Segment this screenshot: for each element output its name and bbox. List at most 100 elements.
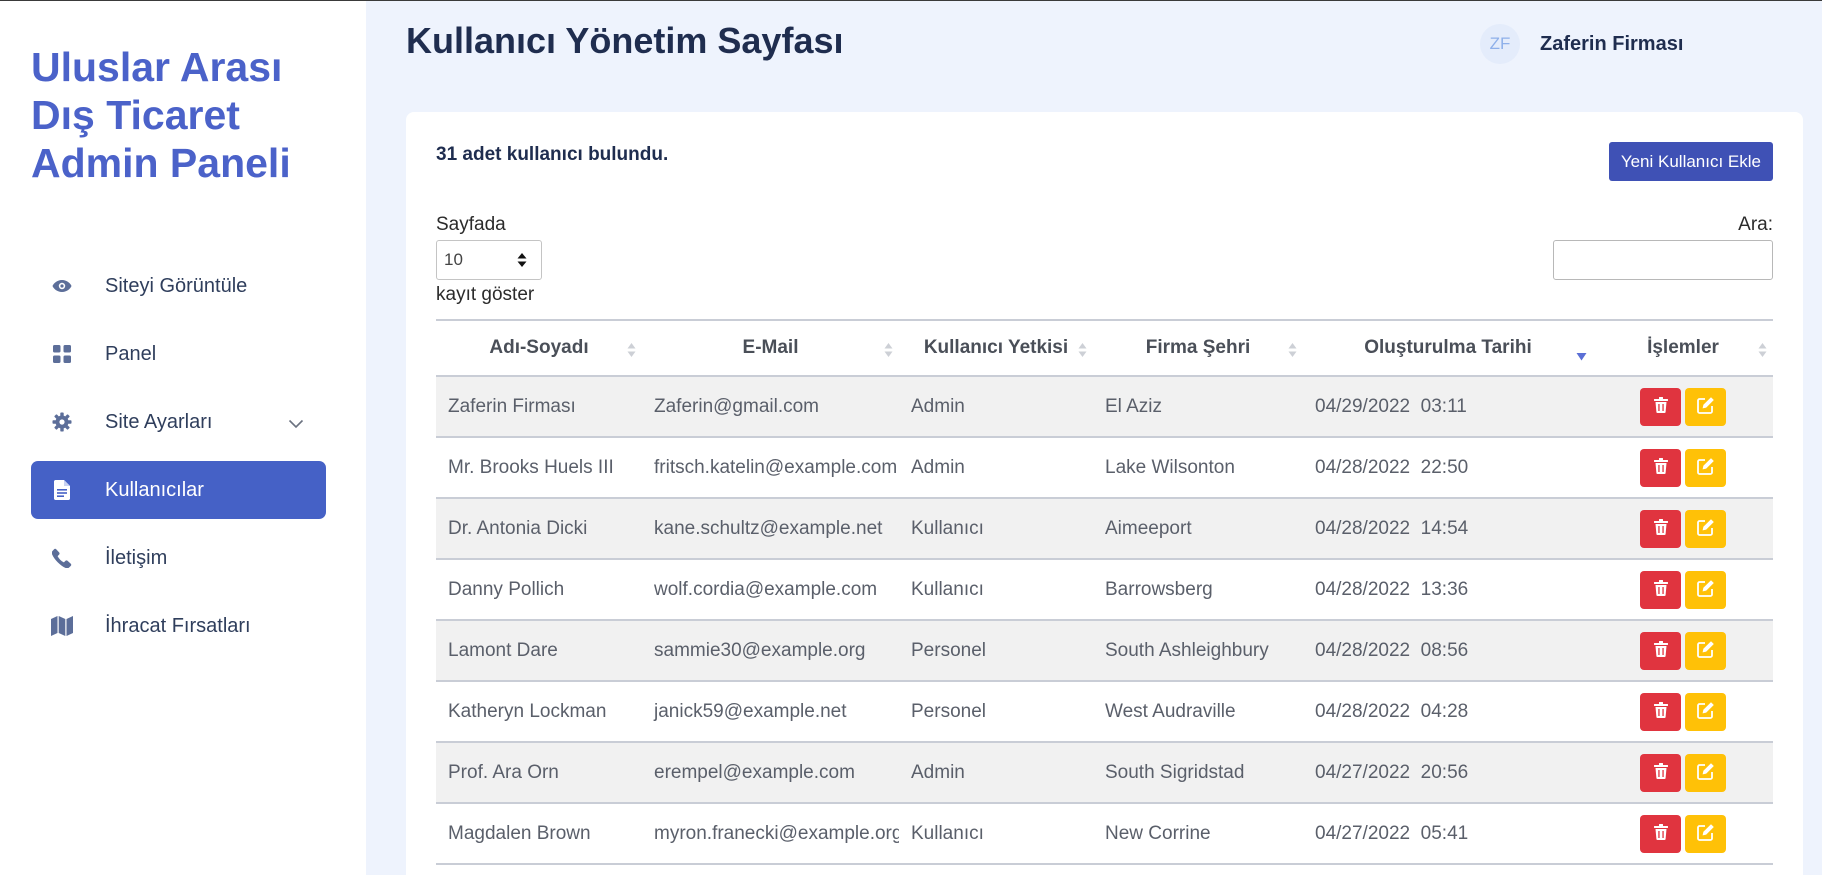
edit-icon [1696,701,1715,722]
users-card: 31 adet kullanıcı bulundu. Yeni Kullanıc… [406,112,1803,875]
sidebar-item-label: Kullanıcılar [105,478,204,501]
cell-city: El Aziz [1093,376,1303,438]
cell-created-date: 04/27/2022 20:56 [1303,742,1593,804]
sort-desc-icon [1576,345,1587,367]
cell-role: Personel [899,681,1093,743]
delete-button[interactable] [1640,692,1681,731]
search-input[interactable] [1553,240,1773,280]
edit-button[interactable] [1685,814,1726,853]
cell-created-date: 04/28/2022 08:56 [1303,620,1593,682]
user-name: Zaferin Firması [1540,32,1684,55]
length-label-suffix: kayıt göster [436,284,535,305]
table-body: Zaferin Firması Zaferin@gmail.com Admin … [436,376,1773,865]
delete-button[interactable] [1640,570,1681,609]
cell-email: sammie30@example.org [642,620,899,682]
delete-button[interactable] [1640,448,1681,487]
edit-icon [1696,396,1715,417]
table-row: Katheryn Lockman janick59@example.net Pe… [436,681,1773,743]
sidebar-item-label: Siteyi Görüntüle [105,274,248,297]
column-header-name[interactable]: Adı-Soyadı [436,319,642,377]
cell-created-date: 04/27/2022 05:41 [1303,803,1593,865]
cell-city: South Ashleighbury [1093,620,1303,682]
sidebar-item-label: Site Ayarları [105,410,213,433]
edit-icon [1696,762,1715,783]
delete-button[interactable] [1640,631,1681,670]
table-row: Dr. Antonia Dicki kane.schultz@example.n… [436,498,1773,560]
cell-role: Personel [899,620,1093,682]
edit-button[interactable] [1685,570,1726,609]
sort-arrows-icon [517,252,527,273]
sidebar-item-kullanicilar[interactable]: Kullanıcılar [31,461,326,519]
cell-email: fritsch.katelin@example.com [642,437,899,499]
sidebar: Uluslar Arası Dış Ticaret Admin Paneli S… [0,1,366,875]
cell-created-date: 04/28/2022 14:54 [1303,498,1593,560]
edit-button[interactable] [1685,387,1726,426]
cell-created-date: 04/28/2022 22:50 [1303,437,1593,499]
table-header-row: Adı-Soyadı E-Mail Kullanıcı Yetkisi Firm… [436,319,1773,377]
cell-name: Katheryn Lockman [436,681,642,743]
cell-name: Dr. Antonia Dicki [436,498,642,560]
sort-icon [1078,341,1087,365]
column-header-actions[interactable]: İşlemler [1593,319,1773,377]
table-row: Lamont Dare sammie30@example.org Persone… [436,620,1773,682]
sidebar-item-iletisim[interactable]: İletişim [31,529,326,587]
cell-email: myron.franecki@example.org [642,803,899,865]
map-icon [49,613,75,639]
page-title: Kullanıcı Yönetim Sayfası [406,20,844,61]
cell-city: West Audraville [1093,681,1303,743]
document-icon [49,477,75,503]
page-length-value: 10 [444,250,463,269]
cell-name: Mr. Brooks Huels III [436,437,642,499]
add-user-button[interactable]: Yeni Kullanıcı Ekle [1608,142,1773,181]
cell-email: erempel@example.com [642,742,899,804]
users-table: Adı-Soyadı E-Mail Kullanıcı Yetkisi Firm… [436,319,1773,865]
cell-name: Danny Pollich [436,559,642,621]
cell-name: Zaferin Firması [436,376,642,438]
eye-icon [49,273,75,299]
cell-email: janick59@example.net [642,681,899,743]
delete-button[interactable] [1640,387,1681,426]
sidebar-item-siteyi-goruntule[interactable]: Siteyi Görüntüle [31,257,326,315]
cell-email: kane.schultz@example.net [642,498,899,560]
cell-city: South Sigridstad [1093,742,1303,804]
length-label-prefix: Sayfada [436,214,506,235]
sort-icon [884,341,893,365]
cell-city: New Corrine [1093,803,1303,865]
table-row: Mr. Brooks Huels III fritsch.katelin@exa… [436,437,1773,499]
column-header-role[interactable]: Kullanıcı Yetkisi [899,319,1093,377]
user-menu[interactable]: ZF Zaferin Firması [1480,24,1683,64]
sidebar-item-label: Panel [105,342,157,365]
cell-created-date: 04/28/2022 04:28 [1303,681,1593,743]
column-header-city[interactable]: Firma Şehri [1093,319,1303,377]
edit-button[interactable] [1685,692,1726,731]
user-count-text: 31 adet kullanıcı bulundu. [436,144,669,165]
delete-button[interactable] [1640,753,1681,792]
column-header-email[interactable]: E-Mail [642,319,899,377]
page-length-select[interactable]: 10 [436,240,542,280]
sidebar-item-label: İhracat Fırsatları [105,614,251,637]
column-header-created[interactable]: Oluşturulma Tarihi [1303,319,1593,377]
cell-role: Admin [899,376,1093,438]
trash-icon [1653,641,1668,660]
cell-city: Aimeeport [1093,498,1303,560]
phone-icon [49,545,75,571]
edit-button[interactable] [1685,509,1726,548]
cell-actions [1593,803,1773,865]
grid-icon [49,341,75,367]
edit-button[interactable] [1685,448,1726,487]
sidebar-item-site-ayarlari[interactable]: Site Ayarları [31,393,326,451]
table-row: Prof. Ara Orn erempel@example.com Admin … [436,742,1773,804]
cell-city: Barrowsberg [1093,559,1303,621]
cell-role: Kullanıcı [899,559,1093,621]
trash-icon [1653,519,1668,538]
delete-button[interactable] [1640,509,1681,548]
edit-button[interactable] [1685,631,1726,670]
sidebar-item-ihracat-firsatlari[interactable]: İhracat Fırsatları [31,597,326,655]
delete-button[interactable] [1640,814,1681,853]
edit-button[interactable] [1685,753,1726,792]
cell-name: Lamont Dare [436,620,642,682]
chevron-down-icon[interactable] [288,412,304,435]
sidebar-item-panel[interactable]: Panel [31,325,326,383]
cell-city: Lake Wilsonton [1093,437,1303,499]
sidebar-item-label: İletişim [105,546,168,569]
